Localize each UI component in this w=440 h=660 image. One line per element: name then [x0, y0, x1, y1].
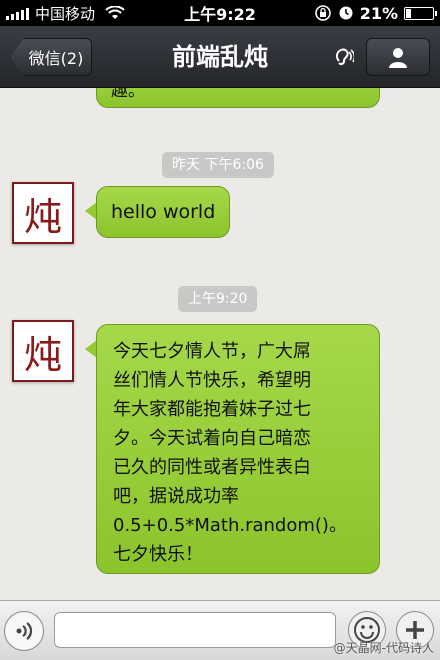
voice-input-button[interactable]	[4, 611, 44, 651]
message-line: 年大家都能抱着妹子过七	[113, 399, 311, 420]
nav-bar: 微信(2) 前端乱炖	[0, 26, 440, 88]
alarm-icon	[339, 6, 353, 20]
timestamp: 上午9:20	[178, 286, 258, 312]
profile-button[interactable]	[366, 38, 430, 76]
signal-strength-icon	[6, 6, 29, 20]
rotation-lock-icon	[314, 5, 331, 21]
message-line: 已久的同性或者异性表白	[113, 457, 311, 478]
message-line: 吧，据说成功率	[113, 486, 239, 507]
message-text: hello world	[111, 201, 216, 223]
message-line: 七夕快乐！	[113, 544, 203, 565]
message-line: 今天七夕情人节，广大屌	[113, 341, 311, 362]
watermark: @天晶网-代码诗人	[333, 641, 434, 655]
back-button[interactable]: 微信(2)	[10, 38, 92, 76]
battery-percentage: 21%	[359, 3, 398, 23]
message-text: 趣。	[111, 88, 145, 101]
carrier-name: 中国移动	[35, 4, 96, 23]
avatar[interactable]: 炖	[12, 182, 74, 244]
message-line: 夕。今天试着向自己暗恋	[113, 428, 311, 449]
input-bar: @天晶网-代码诗人	[0, 600, 440, 660]
message-bubble[interactable]: 今天七夕情人节，广大屌 丝们情人节快乐，希望明 年大家都能抱着妹子过七 夕。今天…	[96, 324, 380, 574]
battery-icon	[404, 6, 437, 20]
chat-area[interactable]: 趣。 昨天 下午6:06 炖 hello world 上午9:20 炖 今天七夕…	[0, 88, 440, 600]
message-bubble-previous[interactable]: 趣。	[96, 88, 380, 108]
sound-wave-icon	[16, 622, 33, 640]
status-bar: 中国移动 上午9:22 21%	[0, 0, 440, 26]
user-icon	[389, 48, 407, 68]
earpiece-mode-icon[interactable]	[332, 46, 354, 68]
battery-fill	[406, 8, 412, 18]
timestamp: 昨天 下午6:06	[162, 152, 274, 178]
message-bubble[interactable]: hello world	[96, 186, 230, 238]
avatar[interactable]: 炖	[12, 320, 74, 382]
status-right-group: 21%	[314, 0, 437, 26]
message-input[interactable]	[54, 612, 336, 648]
message-line: 0.5+0.5*Math.random()。	[113, 515, 347, 536]
wifi-icon	[105, 6, 125, 19]
message-line: 丝们情人节快乐，希望明	[113, 370, 311, 391]
